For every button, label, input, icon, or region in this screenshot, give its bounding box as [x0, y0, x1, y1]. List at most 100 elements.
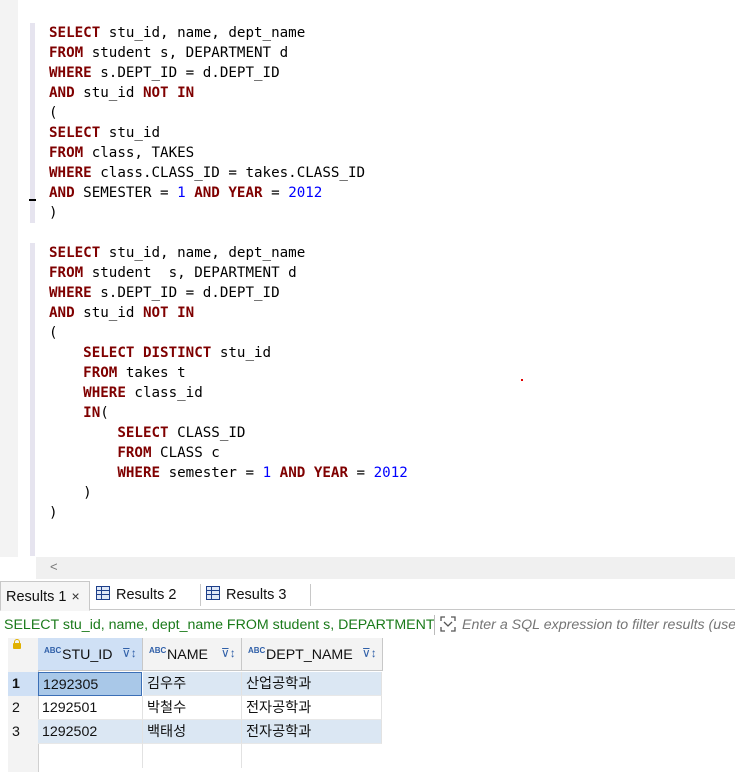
- sql-text: ): [49, 505, 58, 521]
- sort-filter-icon[interactable]: ⊽↕: [362, 646, 377, 660]
- sql-keyword: IN: [83, 405, 101, 421]
- sql-text: class.CLASS_ID = takes.CLASS_ID: [91, 165, 366, 181]
- cell-stu-id[interactable]: 1292305: [38, 672, 142, 696]
- sql-text: (: [49, 105, 58, 121]
- cell-name[interactable]: 김우주: [143, 672, 242, 696]
- row-number[interactable]: 3: [8, 720, 38, 744]
- grid-icon: [96, 586, 110, 600]
- sql-keyword: SELECT: [83, 345, 135, 361]
- empty-cell: [242, 744, 382, 768]
- sql-keyword: SELECT: [49, 125, 101, 141]
- sort-filter-icon[interactable]: ⊽↕: [122, 646, 137, 660]
- code-line[interactable]: SELECT stu_id, name, dept_name: [49, 23, 305, 43]
- column-header-dept-name[interactable]: ABC DEPT_NAME ⊽↕: [242, 638, 383, 671]
- sql-keyword: FROM: [49, 265, 84, 281]
- sql-keyword: SELECT: [117, 425, 169, 441]
- sql-keyword: WHERE: [117, 465, 161, 481]
- code-line[interactable]: AND SEMESTER = 1 AND YEAR = 2012: [49, 183, 322, 203]
- cell-stu-id[interactable]: 1292501: [38, 696, 143, 720]
- empty-row: [8, 744, 735, 768]
- code-line[interactable]: SELECT stu_id, name, dept_name: [49, 243, 305, 263]
- code-line[interactable]: WHERE s.DEPT_ID = d.DEPT_ID: [49, 283, 280, 303]
- cell-stu-id[interactable]: 1292502: [38, 720, 143, 744]
- tab-results-3[interactable]: Results 3: [206, 581, 306, 609]
- sort-filter-icon[interactable]: ⊽↕: [221, 646, 236, 660]
- cell-dept-name[interactable]: 산업공학과: [242, 672, 382, 696]
- table-row[interactable]: 1 1292305 김우주 산업공학과: [8, 672, 735, 696]
- sql-keyword: IN: [177, 85, 195, 101]
- code-line[interactable]: ): [49, 203, 58, 223]
- code-line[interactable]: (: [49, 103, 58, 123]
- code-line[interactable]: ): [49, 483, 92, 503]
- filter-expression-input[interactable]: [462, 612, 735, 638]
- cell-name[interactable]: 박철수: [143, 696, 242, 720]
- code-line[interactable]: (: [49, 323, 58, 343]
- scroll-left-icon[interactable]: <: [50, 559, 58, 574]
- sql-text: =: [262, 185, 289, 201]
- sql-keyword: YEAR: [313, 465, 348, 481]
- sql-keyword: FROM: [117, 445, 152, 461]
- tab-results-1[interactable]: Results 1 ×: [0, 581, 90, 611]
- column-label: NAME: [167, 647, 208, 663]
- result-grid[interactable]: ABC STU_ID ⊽↕ ABC NAME ⊽↕ ABC DEPT_NAME …: [0, 638, 735, 772]
- code-line[interactable]: FROM takes t: [49, 363, 186, 383]
- empty-cell: [143, 744, 242, 768]
- empty-cell: [38, 744, 143, 768]
- code-line[interactable]: SELECT CLASS_ID: [49, 423, 245, 443]
- code-line[interactable]: FROM class, TAKES: [49, 143, 194, 163]
- code-line[interactable]: SELECT stu_id: [49, 123, 160, 143]
- code-line[interactable]: AND stu_id NOT IN: [49, 83, 194, 103]
- executed-query-text[interactable]: SELECT stu_id, name, dept_name FROM stud…: [4, 612, 434, 638]
- column-label: STU_ID: [62, 647, 113, 663]
- close-icon[interactable]: ×: [71, 588, 79, 604]
- cell-dept-name[interactable]: 전자공학과: [242, 720, 382, 744]
- code-line[interactable]: SELECT DISTINCT stu_id: [49, 343, 271, 363]
- code-line[interactable]: FROM CLASS c: [49, 443, 220, 463]
- cell-name[interactable]: 백태성: [143, 720, 242, 744]
- column-label: DEPT_NAME: [266, 647, 353, 663]
- expand-filter-icon[interactable]: [440, 616, 456, 632]
- tab-label: Results 1: [6, 589, 67, 605]
- code-line[interactable]: WHERE semester = 1 AND YEAR = 2012: [49, 463, 407, 483]
- error-marker: [521, 379, 523, 381]
- sql-text: stu_id: [74, 85, 143, 101]
- sql-text: s.DEPT_ID = d.DEPT_ID: [91, 285, 280, 301]
- code-line[interactable]: WHERE class_id: [49, 383, 203, 403]
- table-row[interactable]: 3 1292502 백태성 전자공학과: [8, 720, 735, 744]
- code-line[interactable]: WHERE class.CLASS_ID = takes.CLASS_ID: [49, 163, 365, 183]
- code-line[interactable]: FROM student s, DEPARTMENT d: [49, 43, 288, 63]
- code-line[interactable]: IN(: [49, 403, 109, 423]
- sql-keyword: AND: [194, 185, 220, 201]
- row-number[interactable]: 1: [8, 672, 38, 696]
- table-row[interactable]: 2 1292501 박철수 전자공학과: [8, 696, 735, 720]
- sql-text: CLASS_ID: [168, 425, 246, 441]
- lock-icon: [13, 639, 21, 649]
- column-header-name[interactable]: ABC NAME ⊽↕: [143, 638, 242, 671]
- sql-editor[interactable]: SELECT stu_id, name, dept_name FROM stud…: [0, 0, 735, 557]
- sql-number: 2012: [288, 185, 323, 201]
- sql-keyword: SELECT: [49, 245, 101, 261]
- text-caret: [29, 199, 36, 201]
- tab-results-2[interactable]: Results 2: [96, 581, 196, 609]
- code-line[interactable]: WHERE s.DEPT_ID = d.DEPT_ID: [49, 63, 280, 83]
- sql-text: student s, DEPARTMENT d: [83, 45, 289, 61]
- cell-dept-name[interactable]: 전자공학과: [242, 696, 382, 720]
- tab-divider: [310, 584, 311, 606]
- column-header-stu-id[interactable]: ABC STU_ID ⊽↕: [38, 638, 143, 671]
- sql-text: stu_id: [211, 345, 272, 361]
- sql-text: ): [49, 205, 58, 221]
- query-block-marker: [30, 243, 35, 556]
- row-number[interactable]: 2: [8, 696, 38, 720]
- sql-text: class_id: [125, 385, 203, 401]
- horizontal-scrollbar[interactable]: <: [36, 557, 735, 579]
- code-line[interactable]: FROM student s, DEPARTMENT d: [49, 263, 297, 283]
- code-line[interactable]: AND stu_id NOT IN: [49, 303, 194, 323]
- sql-text: (: [100, 405, 109, 421]
- sql-text: ): [49, 485, 92, 501]
- sql-keyword: AND: [49, 85, 75, 101]
- sql-number: 1: [177, 185, 186, 201]
- code-line[interactable]: ): [49, 503, 58, 523]
